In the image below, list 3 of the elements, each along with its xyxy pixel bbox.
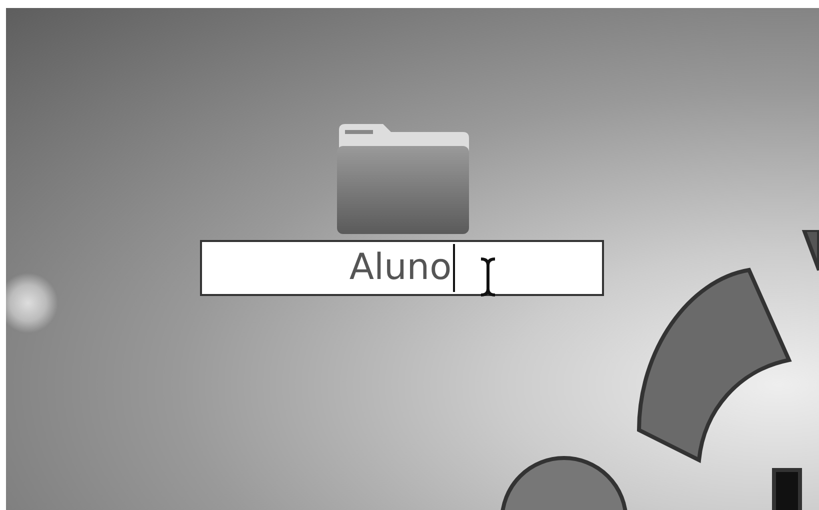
text-cursor-icon [478,257,498,297]
rename-field[interactable]: Aluno [200,240,604,296]
folder-icon[interactable] [335,124,471,234]
